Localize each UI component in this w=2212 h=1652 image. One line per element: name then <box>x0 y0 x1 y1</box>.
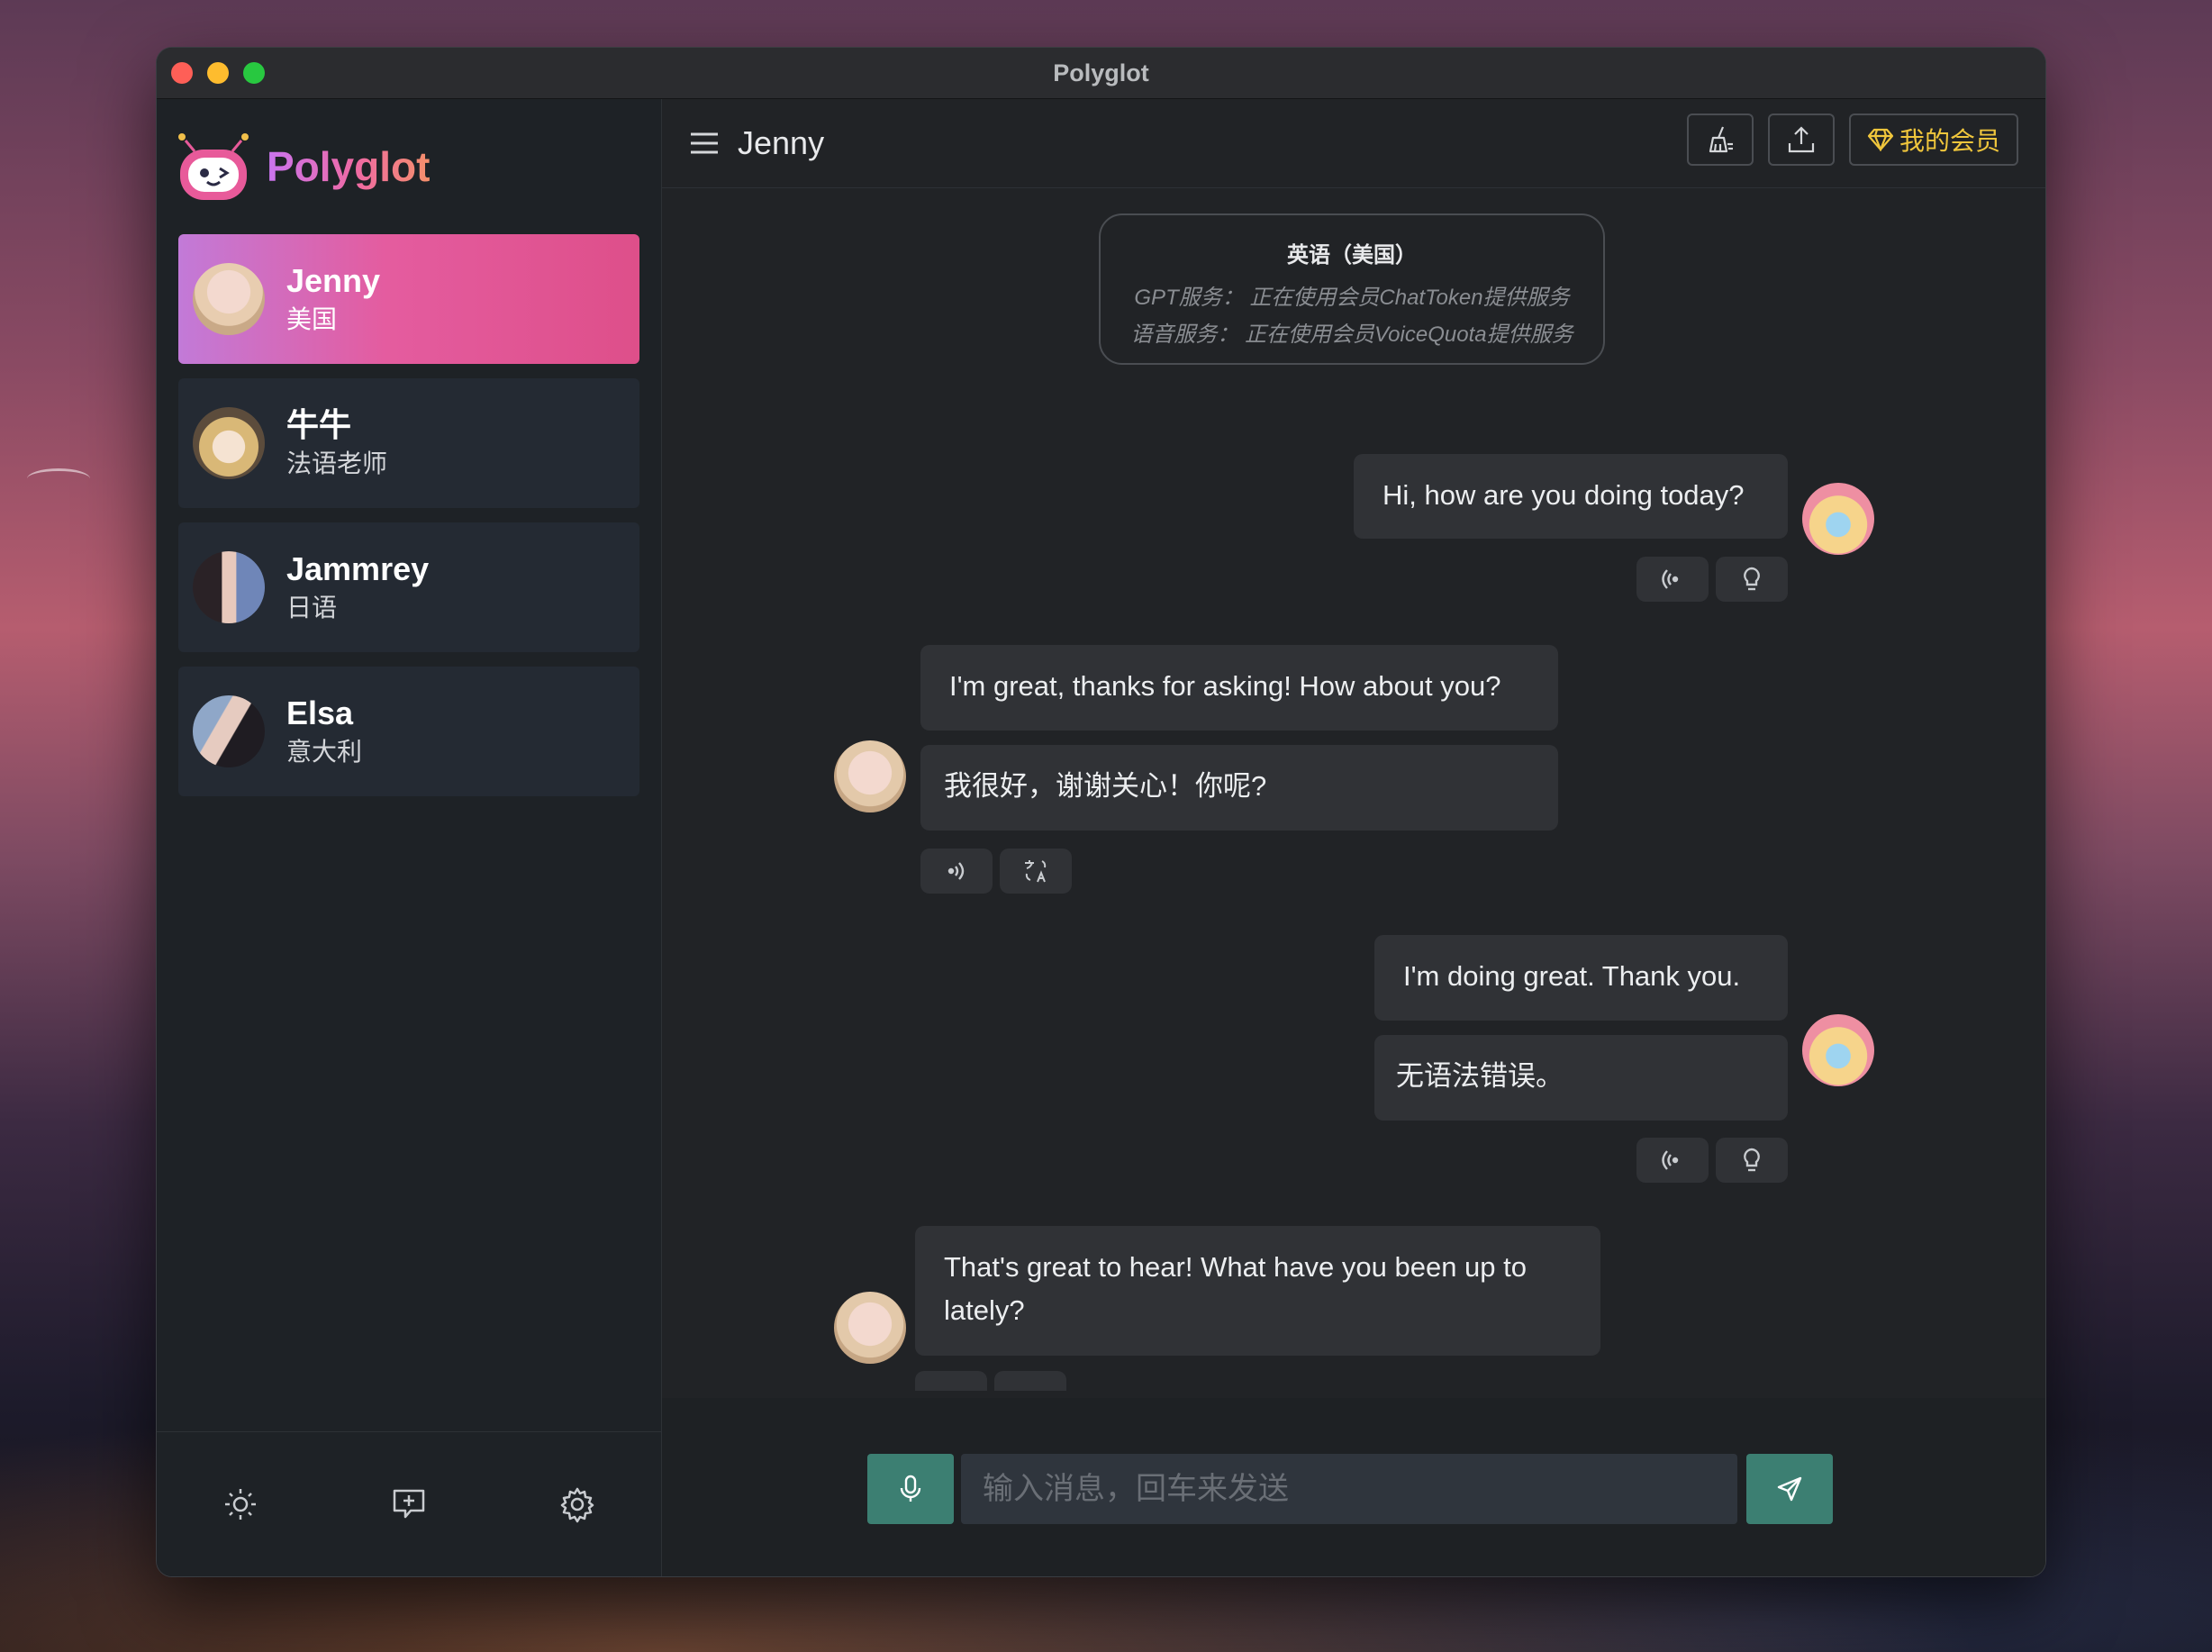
add-chat-icon <box>393 1489 425 1519</box>
gpt-service-status: GPT服务： 正在使用会员ChatToken提供服务 <box>1134 286 1570 310</box>
membership-button[interactable]: 我的会员 <box>1848 113 2018 166</box>
grammar-hint-button[interactable] <box>1716 557 1788 602</box>
zoom-window-button[interactable] <box>243 62 265 84</box>
contact-name: Elsa <box>286 694 354 731</box>
upload-icon <box>1788 126 1815 153</box>
gear-icon <box>560 1487 594 1523</box>
send-button[interactable] <box>1746 1454 1833 1524</box>
avatar <box>193 695 265 767</box>
new-chat-button[interactable] <box>382 1477 436 1531</box>
window-title: Polyglot <box>1053 59 1149 86</box>
avatar <box>193 551 265 623</box>
brand-name: Polyglot <box>267 143 431 190</box>
user-message-bubble: I'm doing great. Thank you. <box>1374 935 1788 1021</box>
bot-avatar <box>834 1292 906 1364</box>
bot-message-bubble: I'm great, thanks for asking! How about … <box>920 645 1558 731</box>
audio-wave-icon <box>1662 1150 1679 1170</box>
broom-icon <box>1709 126 1733 153</box>
translate-button[interactable] <box>994 1371 1066 1391</box>
user-message-bubble: Hi, how are you doing today? <box>1354 454 1788 539</box>
clear-chat-button[interactable] <box>1686 113 1754 166</box>
contact-name: 牛牛 <box>286 406 352 443</box>
play-audio-button[interactable] <box>915 1371 987 1391</box>
speak-message-button[interactable] <box>1636 557 1709 602</box>
grammar-check-bubble: 无语法错误。 <box>1374 1035 1788 1121</box>
window-controls <box>171 62 265 84</box>
sidebar-footer <box>157 1431 661 1576</box>
play-audio-button[interactable] <box>920 849 993 894</box>
contact-subtitle: 日语 <box>286 594 338 622</box>
app-window: Polyglot Polyglot Jenny 美国 牛牛 法语老师 Jammr… <box>156 47 2046 1577</box>
wallpaper-bird <box>27 468 90 489</box>
message-input[interactable] <box>961 1454 1737 1524</box>
user-avatar <box>1802 1014 1874 1086</box>
message-composer <box>662 1398 2045 1576</box>
speaker-icon <box>947 862 965 880</box>
contact-item-elsa[interactable]: Elsa 意大利 <box>178 667 639 796</box>
contact-name: Jenny <box>286 262 381 299</box>
microphone-icon <box>900 1475 921 1502</box>
close-window-button[interactable] <box>171 62 193 84</box>
chat-header: Jenny 我的会员 <box>662 99 2045 188</box>
speak-message-button[interactable] <box>1636 1138 1709 1183</box>
contact-name: Jammrey <box>286 550 430 587</box>
language-title: 英语（美国） <box>1287 243 1417 268</box>
brand: Polyglot <box>157 99 661 234</box>
diamond-icon <box>1867 128 1894 151</box>
sidebar: Polyglot Jenny 美国 牛牛 法语老师 Jammrey 日语 Els… <box>157 99 662 1576</box>
settings-button[interactable] <box>550 1477 604 1531</box>
chat-panel: Jenny 我的会员 英语（美国） GPT服务： 正在使用会员ChatToken… <box>662 99 2045 1576</box>
contact-item-jenny[interactable]: Jenny 美国 <box>178 234 639 364</box>
avatar <box>193 263 265 335</box>
send-icon <box>1777 1476 1802 1502</box>
contact-list: Jenny 美国 牛牛 法语老师 Jammrey 日语 Elsa 意大利 <box>157 234 661 796</box>
chat-title: Jenny <box>738 124 825 161</box>
menu-icon[interactable] <box>689 132 720 155</box>
translate-button[interactable] <box>1000 849 1072 894</box>
user-avatar <box>1802 483 1874 555</box>
voice-service-status: 语音服务： 正在使用会员VoiceQuota提供服务 <box>1130 322 1573 347</box>
voice-input-button[interactable] <box>867 1454 954 1524</box>
robot-logo-icon <box>173 126 254 207</box>
translation-bubble: 我很好，谢谢关心！你呢? <box>920 745 1558 831</box>
contact-item-niuniu[interactable]: 牛牛 法语老师 <box>178 378 639 508</box>
sun-icon <box>225 1489 257 1520</box>
title-bar: Polyglot <box>157 48 2045 99</box>
session-info-card: 英语（美国） GPT服务： 正在使用会员ChatToken提供服务 语音服务： … <box>1099 213 1605 365</box>
export-button[interactable] <box>1767 113 1835 166</box>
avatar <box>193 407 265 479</box>
bot-avatar <box>834 740 906 812</box>
contact-subtitle: 法语老师 <box>286 449 388 477</box>
grammar-hint-button[interactable] <box>1716 1138 1788 1183</box>
translate-icon <box>1025 860 1047 883</box>
contact-item-jammrey[interactable]: Jammrey 日语 <box>178 522 639 652</box>
minimize-window-button[interactable] <box>207 62 229 84</box>
lightbulb-icon <box>1744 1148 1760 1172</box>
contact-subtitle: 美国 <box>286 305 338 333</box>
audio-wave-icon <box>1662 569 1679 589</box>
lightbulb-icon <box>1744 567 1760 591</box>
membership-label: 我的会员 <box>1899 127 2000 155</box>
contact-subtitle: 意大利 <box>286 738 363 766</box>
theme-toggle-button[interactable] <box>213 1477 267 1531</box>
bot-message-bubble: That's great to hear! What have you been… <box>915 1226 1600 1356</box>
